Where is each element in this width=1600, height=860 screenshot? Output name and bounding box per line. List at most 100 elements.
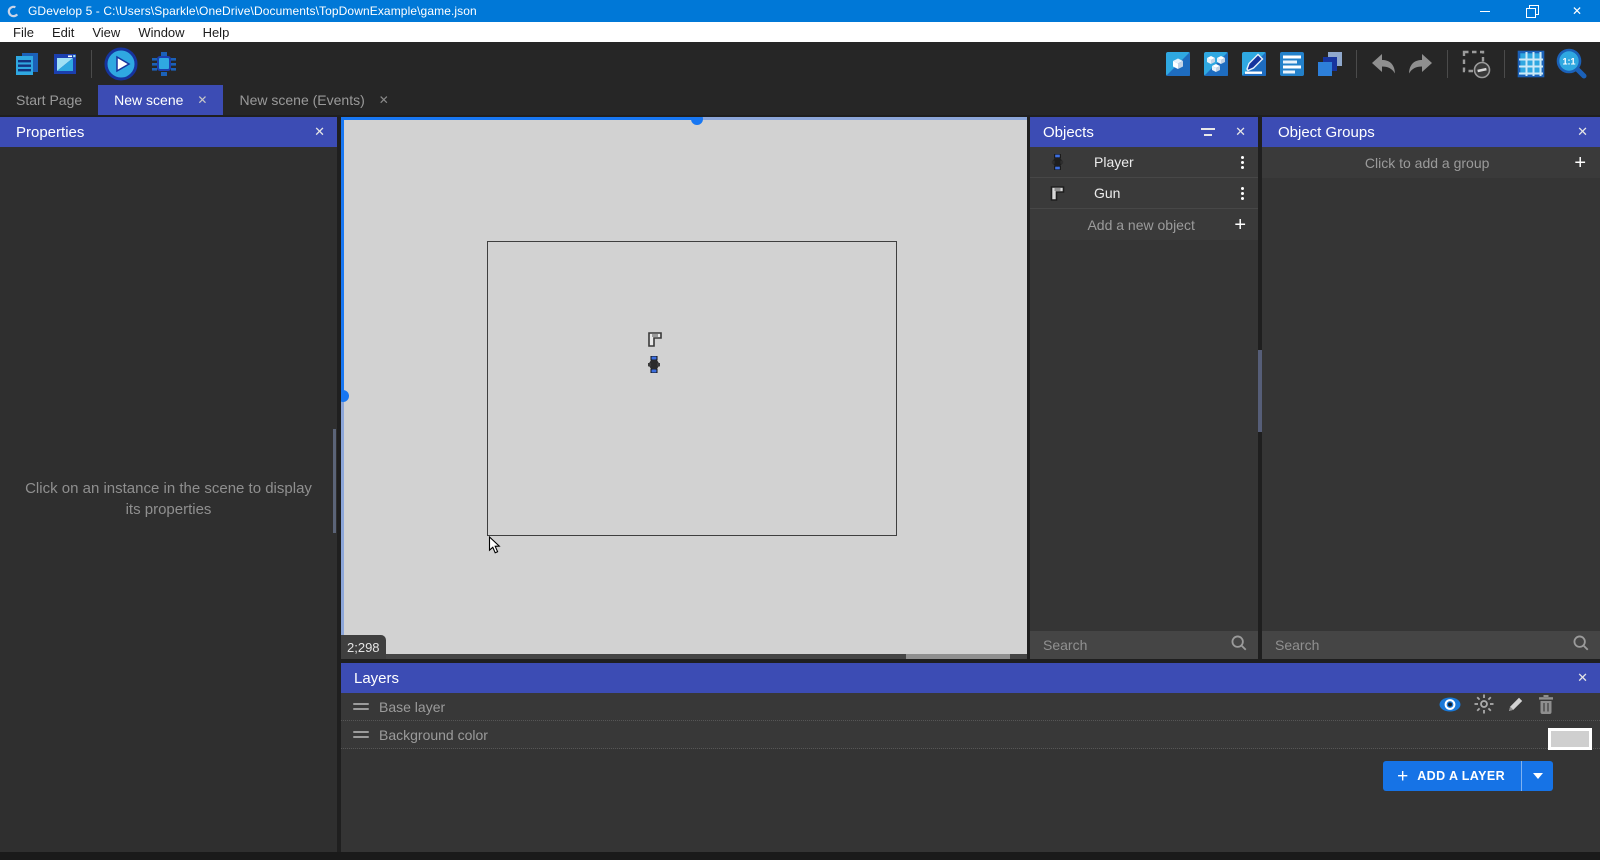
add-new-object-label: Add a new object	[1087, 216, 1195, 233]
redo-icon[interactable]	[1406, 49, 1436, 79]
visibility-eye-icon[interactable]	[1439, 697, 1461, 717]
groups-search-input[interactable]	[1275, 637, 1572, 653]
object-groups-empty-area	[1262, 178, 1600, 631]
menu-view[interactable]: View	[83, 22, 129, 42]
toggle-object-groups-panel-icon[interactable]	[1201, 49, 1231, 79]
properties-close-icon[interactable]: ✕	[314, 124, 325, 140]
tab-start-page-label: Start Page	[16, 92, 83, 108]
chevron-down-icon	[1532, 773, 1543, 779]
scene-canvas[interactable]: 2;298	[341, 117, 1027, 659]
object-name: Gun	[1094, 185, 1121, 201]
add-layer-plus-icon: +	[1397, 765, 1409, 787]
base-layer-actions	[1439, 694, 1554, 719]
minimize-button[interactable]	[1462, 0, 1508, 22]
object-groups-close-icon[interactable]: ✕	[1577, 124, 1588, 140]
panel-splitter-left[interactable]	[341, 117, 344, 659]
toolbar-separator	[1447, 49, 1448, 78]
properties-panel-header: Properties ✕	[0, 117, 337, 147]
grid-icon[interactable]	[1516, 49, 1546, 79]
player-object-menu-icon[interactable]	[1237, 154, 1248, 171]
menu-file[interactable]: File	[4, 22, 43, 42]
layer-name: Base layer	[379, 698, 446, 715]
object-row-player[interactable]: Player	[1030, 147, 1258, 178]
objects-panel-title: Objects	[1043, 123, 1094, 141]
add-layer-button[interactable]: + ADD A LAYER	[1383, 761, 1553, 791]
menu-help[interactable]: Help	[194, 22, 239, 42]
menu-window[interactable]: Window	[129, 22, 193, 42]
tab-new-scene-events-close-icon[interactable]: ✕	[379, 93, 389, 107]
layers-panel: Layers ✕ Base layer Background color + A…	[341, 663, 1600, 852]
toggle-properties-panel-icon[interactable]	[1239, 49, 1269, 79]
layers-panel-empty-area: + ADD A LAYER	[341, 749, 1600, 852]
canvas-hscroll-thumb[interactable]	[906, 654, 1010, 659]
menu-edit[interactable]: Edit	[43, 22, 83, 42]
panel-splitter-top[interactable]	[341, 117, 1027, 120]
toolbar-separator	[91, 49, 92, 78]
object-name: Player	[1094, 154, 1134, 170]
add-layer-dropdown-button[interactable]	[1521, 761, 1553, 791]
player-instance[interactable]	[647, 355, 661, 378]
start-page-icon[interactable]	[50, 49, 80, 79]
toolbar-separator	[1504, 49, 1505, 78]
toggle-layers-panel-icon[interactable]	[1315, 49, 1345, 79]
add-group-row[interactable]: Click to add a group +	[1262, 147, 1600, 178]
toggle-instances-list-panel-icon[interactable]	[1277, 49, 1307, 79]
add-group-label: Click to add a group	[1364, 154, 1490, 171]
gdevelop-logo-icon	[7, 5, 20, 18]
tab-new-scene-events-label: New scene (Events)	[239, 92, 365, 108]
project-manager-icon[interactable]	[12, 49, 42, 79]
tab-new-scene[interactable]: New scene ✕	[98, 85, 224, 115]
background-color-swatch[interactable]	[1548, 728, 1592, 750]
edit-layer-pencil-icon[interactable]	[1507, 695, 1525, 718]
layers-close-icon[interactable]: ✕	[1577, 670, 1588, 686]
groups-search-bar	[1262, 631, 1600, 659]
object-groups-panel-header: Object Groups ✕	[1262, 117, 1600, 147]
add-object-plus-icon: +	[1234, 213, 1246, 236]
undo-icon[interactable]	[1368, 49, 1398, 79]
layers-panel-header: Layers ✕	[341, 663, 1600, 693]
splitter-grip-left[interactable]	[341, 390, 349, 402]
search-icon	[1230, 634, 1248, 657]
tab-new-scene-events[interactable]: New scene (Events) ✕	[223, 85, 404, 115]
toolbar: 1:1	[0, 42, 1600, 85]
close-window-button[interactable]: ✕	[1554, 0, 1600, 22]
layer-row-base[interactable]: Base layer	[341, 693, 1600, 721]
layers-panel-title: Layers	[354, 669, 400, 687]
window-controls: ✕	[1462, 0, 1600, 22]
drag-handle-icon[interactable]	[353, 731, 369, 738]
objects-panel-header: Objects ✕	[1030, 117, 1258, 147]
gun-object-menu-icon[interactable]	[1237, 185, 1248, 202]
delete-layer-trash-icon[interactable]	[1538, 694, 1554, 719]
tab-new-scene-close-icon[interactable]: ✕	[197, 93, 207, 107]
drag-handle-icon[interactable]	[353, 703, 369, 710]
search-icon	[1572, 634, 1590, 657]
filter-icon[interactable]	[1201, 128, 1216, 136]
splitter-grip-top[interactable]	[691, 117, 703, 125]
objects-panel-empty-area	[1030, 240, 1258, 631]
game-resolution-frame	[487, 241, 897, 536]
objects-search-input[interactable]	[1043, 637, 1230, 653]
tab-start-page[interactable]: Start Page	[0, 85, 98, 115]
toggle-objects-panel-icon[interactable]	[1163, 49, 1193, 79]
cursor-coordinates-badge: 2;298	[341, 635, 386, 659]
titlebar: GDevelop 5 - C:\Users\Sparkle\OneDrive\D…	[0, 0, 1600, 22]
properties-panel-body: Click on an instance in the scene to dis…	[0, 147, 337, 852]
toggle-mask-icon[interactable]	[1459, 49, 1493, 79]
layer-row-background-color[interactable]: Background color	[341, 721, 1600, 750]
play-preview-icon[interactable]	[103, 46, 139, 82]
tab-bar: Start Page New scene ✕ New scene (Events…	[0, 85, 1600, 115]
add-new-object-row[interactable]: Add a new object +	[1030, 209, 1258, 240]
properties-panel: Properties ✕ Click on an instance in the…	[0, 117, 337, 852]
menu-bar: File Edit View Window Help	[0, 22, 1600, 42]
object-row-gun[interactable]: Gun	[1030, 178, 1258, 209]
debug-icon[interactable]	[147, 49, 181, 79]
zoom-1-1-icon[interactable]: 1:1	[1554, 48, 1588, 79]
player-object-icon	[1048, 154, 1066, 170]
gun-instance[interactable]	[648, 332, 662, 352]
toolbar-separator	[1356, 49, 1357, 78]
layer-effects-icon[interactable]	[1474, 694, 1494, 719]
restore-button[interactable]	[1508, 0, 1554, 22]
properties-scrollbar[interactable]	[333, 429, 336, 533]
objects-close-icon[interactable]: ✕	[1235, 124, 1246, 140]
svg-text:1:1: 1:1	[1562, 56, 1575, 66]
